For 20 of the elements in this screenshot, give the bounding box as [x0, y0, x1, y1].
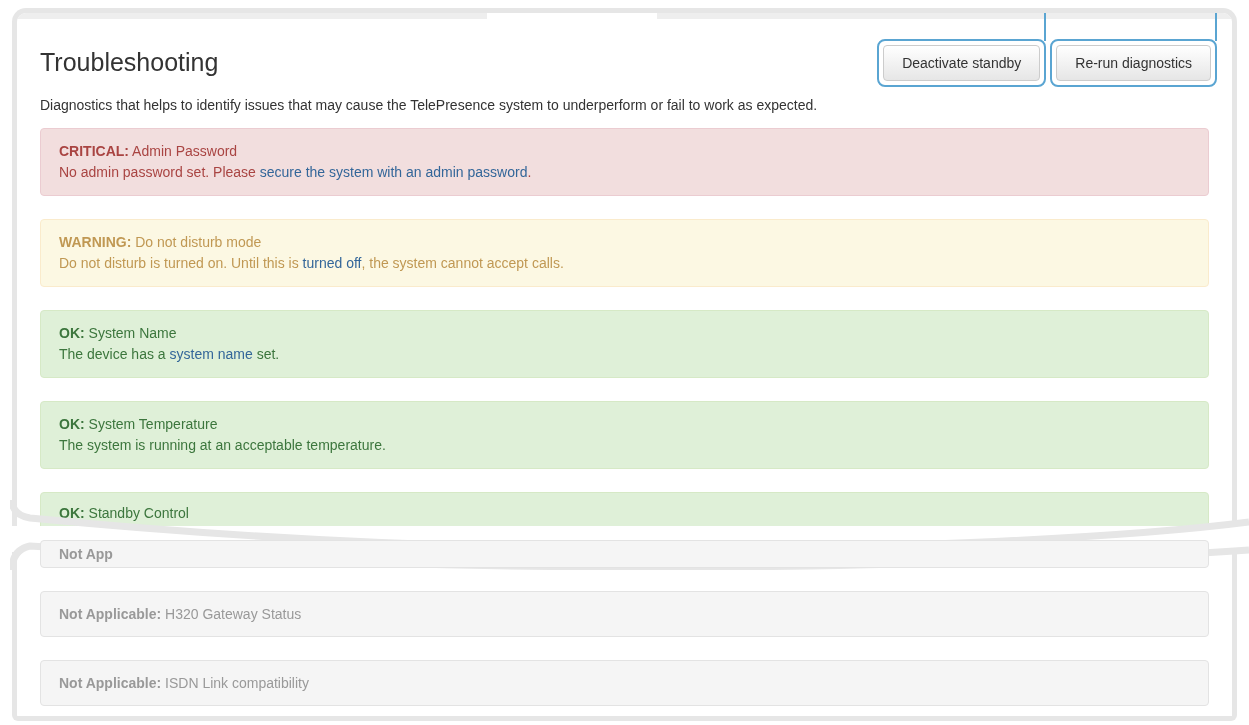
page-title: Troubleshooting — [40, 47, 219, 79]
alert-title: OK: System Name — [59, 324, 178, 343]
toolbar-button[interactable]: Re-run diagnostics — [1056, 45, 1211, 81]
alert-title: Not Applicable: H320 Gateway Status — [59, 605, 302, 624]
toolbar-button[interactable]: Deactivate standby — [883, 45, 1041, 81]
alert-title: CRITICAL: Admin Password — [59, 142, 239, 161]
alert-link[interactable]: system name — [169, 346, 253, 362]
alert-title: OK: System Temperature — [59, 415, 219, 434]
alert-message: Do not disturb is turned on. Until this is turned off, the system cannot accept calls. — [59, 254, 565, 273]
callout-line — [1215, 13, 1217, 41]
alert-message: The device has a system name set. — [59, 345, 281, 364]
alert-message: No admin password set. Please secure the system with an admin password. — [59, 163, 533, 182]
description-text: Diagnostics that helps to identify issues that may cause the TelePresence system to underperform or fail to work as expected. — [40, 96, 819, 115]
alert-title: Not App — [59, 546, 113, 562]
alert-link[interactable]: turned off — [302, 255, 362, 271]
alert-message: The system is running at an acceptable temperature. — [59, 436, 387, 455]
alert-title: OK: Standby Control — [59, 504, 190, 523]
alert-title: Not Applicable: ISDN Link compatibility — [59, 674, 309, 693]
alert-title: WARNING: Do not disturb mode — [59, 233, 263, 252]
callout-line — [1044, 13, 1047, 41]
